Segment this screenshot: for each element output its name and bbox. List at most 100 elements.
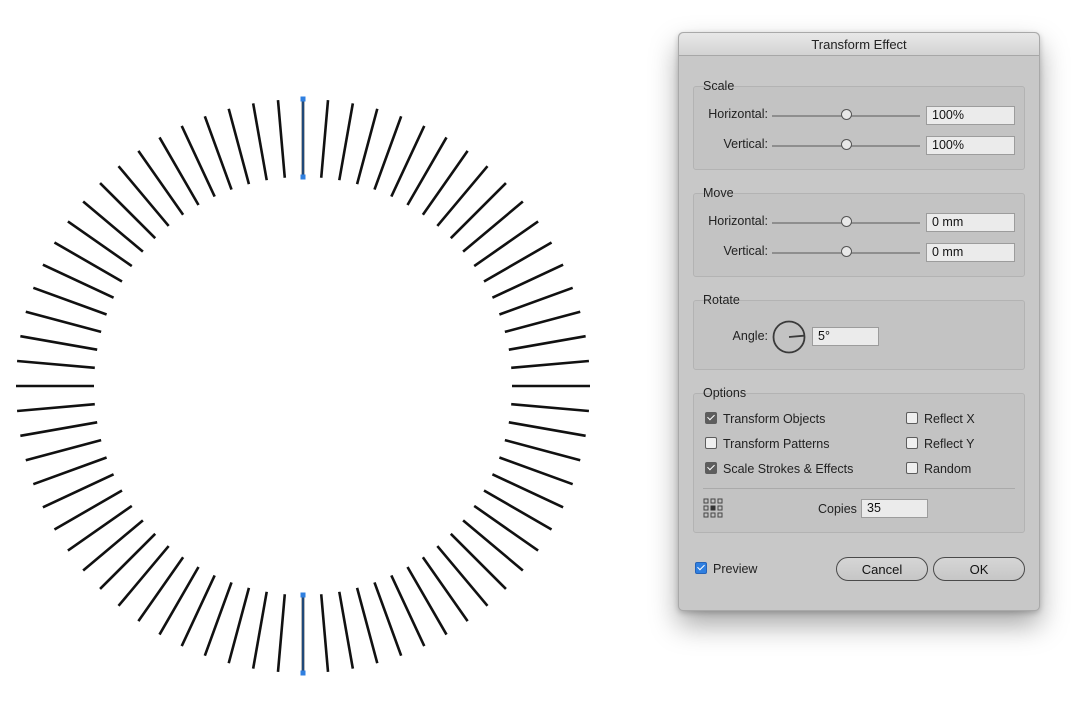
ray-line[interactable] [511,402,590,413]
reflect-y-check-icon [906,437,918,449]
ray-line[interactable] [251,591,268,669]
ray-line[interactable] [511,359,590,370]
transform-patterns-checkbox[interactable]: Transform Patterns [705,436,830,452]
ray-line[interactable] [82,200,144,253]
ray-line[interactable] [32,456,108,486]
ray-line[interactable] [436,165,489,227]
ray-line[interactable] [319,99,330,178]
ray-line[interactable] [504,438,581,462]
reflect-y-checkbox[interactable]: Reflect Y [906,436,975,452]
ray-line[interactable] [473,504,539,552]
cancel-button[interactable]: Cancel [836,557,928,581]
ray-line[interactable] [137,556,185,622]
reference-point-grid-icon[interactable] [703,498,723,518]
ray-line[interactable] [436,545,489,607]
ray-line[interactable] [373,115,403,191]
scale-horizontal-input[interactable]: 100% [926,106,1015,125]
move-horizontal-input[interactable]: 0 mm [926,213,1015,232]
ray-line[interactable] [498,286,574,316]
ray-line[interactable] [504,310,581,334]
ray-line[interactable] [99,532,157,590]
ray-line[interactable] [355,587,379,664]
scale-strokes-label: Scale Strokes & Effects [723,462,854,476]
ray-line[interactable] [227,108,251,185]
transform-objects-label: Transform Objects [723,412,826,426]
transform-patterns-label: Transform Patterns [723,437,830,451]
reflect-x-checkbox[interactable]: Reflect X [906,411,975,427]
scale-group [693,86,1025,170]
scale-strokes-checkbox[interactable]: Scale Strokes & Effects [705,461,853,477]
ray-line[interactable] [203,581,233,657]
ray-line[interactable] [25,438,102,462]
ray-line[interactable] [276,594,287,673]
ray-line[interactable] [67,220,133,268]
scale-horizontal-slider-knob[interactable] [841,109,852,120]
ray-line[interactable] [16,359,95,370]
ray-line[interactable] [498,456,574,486]
ray-line[interactable] [227,587,251,664]
ray-line[interactable] [421,556,469,622]
ray-line[interactable] [473,220,539,268]
artwork-canvas[interactable] [0,0,620,702]
reflect-x-label: Reflect X [924,412,975,426]
ray-line[interactable] [82,519,144,572]
ray-line[interactable] [373,581,403,657]
ray-line[interactable] [117,165,170,227]
dialog-title: Transform Effect [679,33,1039,56]
ray-line[interactable] [276,99,287,178]
transform-effect-dialog: Transform Effect Scale Horizontal: 100% … [678,32,1040,611]
transform-patterns-check-icon [705,437,717,449]
rotate-angle-label: Angle: [732,329,768,343]
move-vertical-input[interactable]: 0 mm [926,243,1015,262]
transform-objects-checkbox[interactable]: Transform Objects [705,411,825,427]
scale-vertical-slider-knob[interactable] [841,139,852,150]
ray-line[interactable] [338,591,355,669]
ray-line[interactable] [508,421,586,438]
ray-line[interactable] [251,103,268,181]
ray-line[interactable] [319,594,330,673]
scale-vertical-input[interactable]: 100% [926,136,1015,155]
move-horizontal-slider-knob[interactable] [841,216,852,227]
ray-line[interactable] [355,108,379,185]
ray-line[interactable] [508,334,586,351]
ray-line[interactable] [20,421,98,438]
ray-line[interactable] [99,182,157,240]
ray-line[interactable] [462,200,524,253]
move-vertical-label: Vertical: [723,244,768,258]
ray-line[interactable] [20,334,98,351]
ray-line[interactable] [25,310,102,334]
ray-line[interactable] [421,150,469,216]
ray-line[interactable] [449,532,507,590]
preview-check-icon [695,562,707,574]
options-label: Options [703,386,747,400]
anchor-point[interactable] [300,592,306,598]
rotate-angle-input[interactable]: 5° [812,327,879,346]
options-separator [703,488,1015,489]
copies-input[interactable]: 35 [861,499,928,518]
preview-label: Preview [713,562,758,576]
ok-button[interactable]: OK [933,557,1025,581]
ray-line[interactable] [449,182,507,240]
anchor-point[interactable] [300,96,306,102]
angle-dial-icon[interactable] [771,319,807,355]
random-checkbox[interactable]: Random [906,461,971,477]
anchor-point[interactable] [300,670,306,676]
move-group [693,193,1025,277]
random-label: Random [924,462,972,476]
ray-line[interactable] [117,545,170,607]
move-vertical-slider-knob[interactable] [841,246,852,257]
scale-vertical-label: Vertical: [723,137,768,151]
ray-line[interactable] [338,103,355,181]
ray-line[interactable] [203,115,233,191]
rotate-label: Rotate [703,293,740,307]
ray-line[interactable] [137,150,185,216]
random-check-icon [906,462,918,474]
preview-checkbox[interactable]: Preview [695,561,757,577]
transform-objects-check-icon [705,412,717,424]
ray-line[interactable] [32,286,108,316]
anchor-point[interactable] [300,174,306,180]
ray-line[interactable] [462,519,524,572]
reflect-x-check-icon [906,412,918,424]
ray-line[interactable] [67,504,133,552]
ray-line[interactable] [16,402,95,413]
